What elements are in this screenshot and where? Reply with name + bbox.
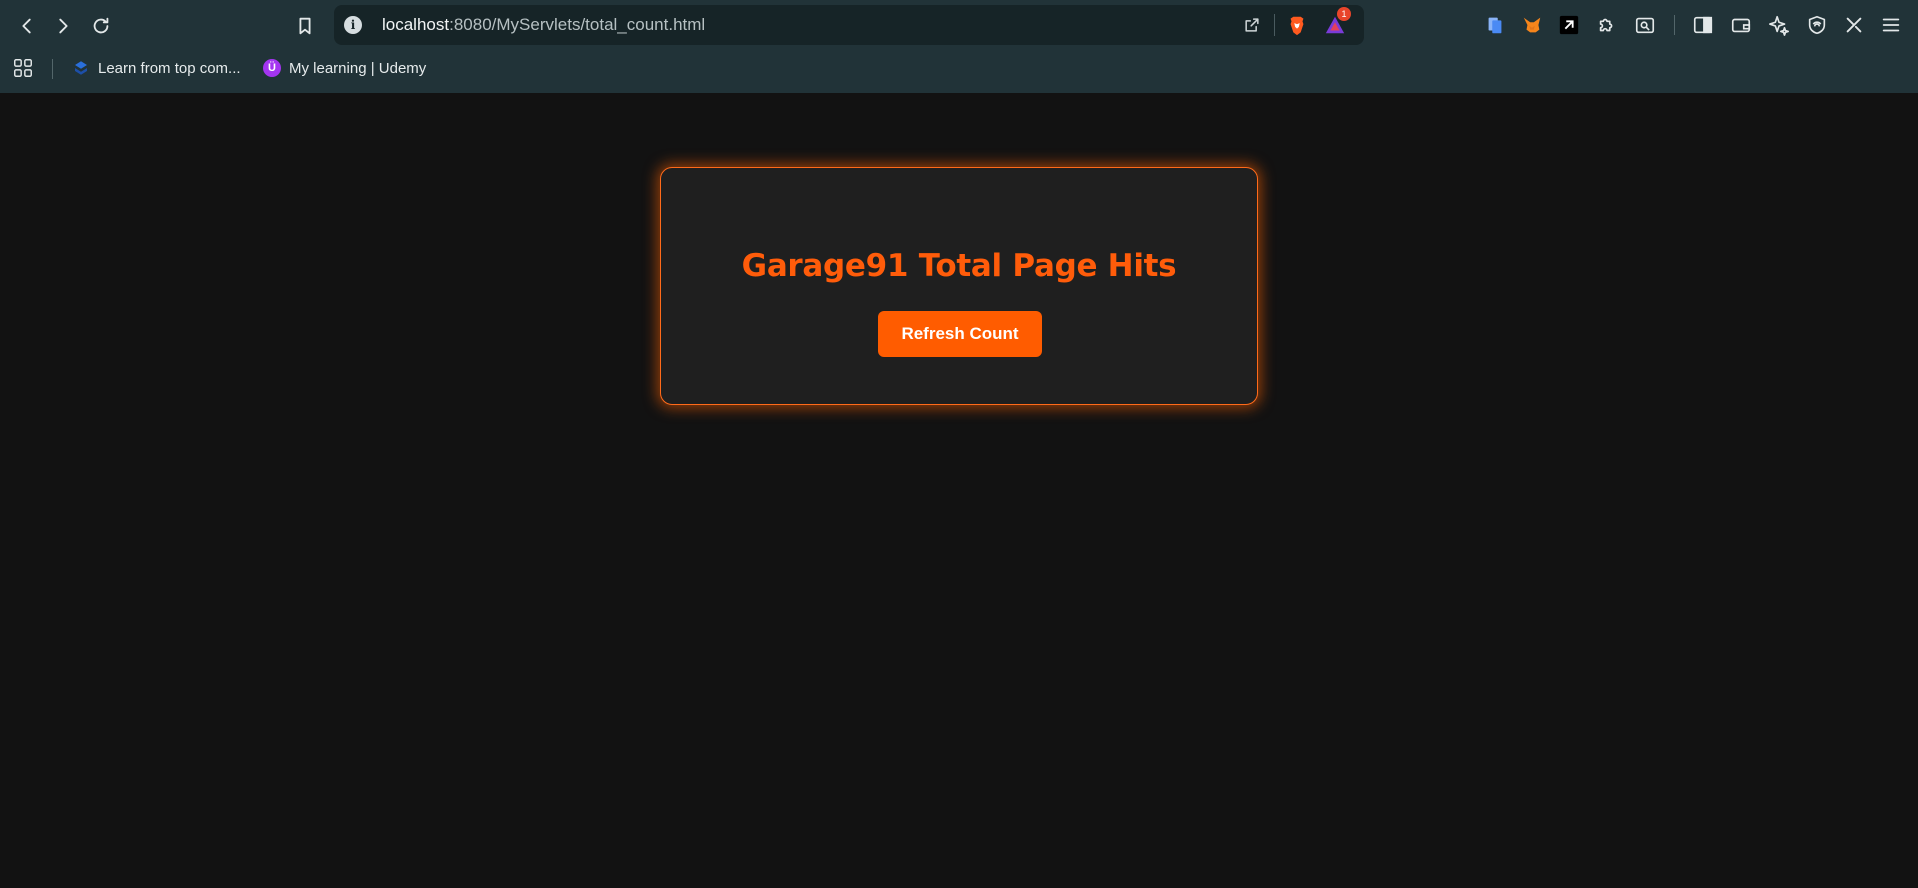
- notes-extension-icon[interactable]: [1482, 12, 1508, 38]
- brave-rewards-triangle-icon[interactable]: 1: [1323, 7, 1351, 37]
- forward-arrow-icon[interactable]: [48, 11, 78, 41]
- address-divider: [1274, 14, 1275, 36]
- bookmark-label: Learn from top com...: [98, 59, 241, 77]
- screen-search-icon[interactable]: [1632, 12, 1658, 38]
- bookmark-udemy[interactable]: Ü My learning | Udemy: [263, 56, 426, 80]
- apps-grid-icon[interactable]: [10, 55, 36, 81]
- coursera-favicon-icon: [72, 59, 90, 77]
- page-title: Garage91 Total Page Hits: [741, 248, 1177, 284]
- address-bar[interactable]: i localhost:8080/MyServlets/total_count.…: [334, 5, 1364, 45]
- browser-toolbar: i localhost:8080/MyServlets/total_count.…: [0, 0, 1918, 50]
- brave-lion-icon[interactable]: [1285, 13, 1309, 37]
- tools-icon[interactable]: [1841, 12, 1867, 38]
- back-arrow-icon[interactable]: [12, 11, 42, 41]
- url-path: :8080/MyServlets/total_count.html: [449, 15, 706, 34]
- puzzle-extensions-icon[interactable]: [1594, 12, 1620, 38]
- sidebar-toggle-icon[interactable]: [1690, 12, 1716, 38]
- leo-ai-sparkle-icon[interactable]: [1766, 12, 1792, 38]
- metamask-fox-icon[interactable]: [1519, 12, 1545, 38]
- url-host: localhost: [382, 15, 450, 34]
- udemy-favicon-icon: Ü: [263, 59, 281, 77]
- site-info-icon[interactable]: i: [344, 16, 362, 34]
- share-icon[interactable]: [1240, 13, 1264, 37]
- vpn-shield-icon[interactable]: [1804, 12, 1830, 38]
- bookmarks-bar: Learn from top com... Ü My learning | Ud…: [0, 50, 1918, 87]
- toolbar-divider: [1674, 15, 1675, 35]
- reload-icon[interactable]: [86, 11, 116, 41]
- hamburger-menu-icon[interactable]: [1878, 12, 1904, 38]
- url-text[interactable]: localhost:8080/MyServlets/total_count.ht…: [382, 15, 705, 35]
- notification-badge: 1: [1337, 7, 1351, 21]
- bookmark-label: My learning | Udemy: [289, 59, 427, 77]
- page-content: Garage91 Total Page Hits Refresh Count: [0, 93, 1918, 888]
- hit-counter-card: Garage91 Total Page Hits Refresh Count: [660, 167, 1258, 405]
- bookmark-icon[interactable]: [290, 11, 320, 41]
- address-bar-actions: 1: [1240, 7, 1351, 37]
- writing-extension-icon[interactable]: [1556, 12, 1582, 38]
- browser-chrome: i localhost:8080/MyServlets/total_count.…: [0, 0, 1918, 94]
- refresh-count-button[interactable]: Refresh Count: [878, 311, 1042, 357]
- bookmarks-divider: [52, 59, 53, 79]
- wallet-icon[interactable]: [1728, 12, 1754, 38]
- bookmark-learn-from-top[interactable]: Learn from top com...: [72, 56, 241, 80]
